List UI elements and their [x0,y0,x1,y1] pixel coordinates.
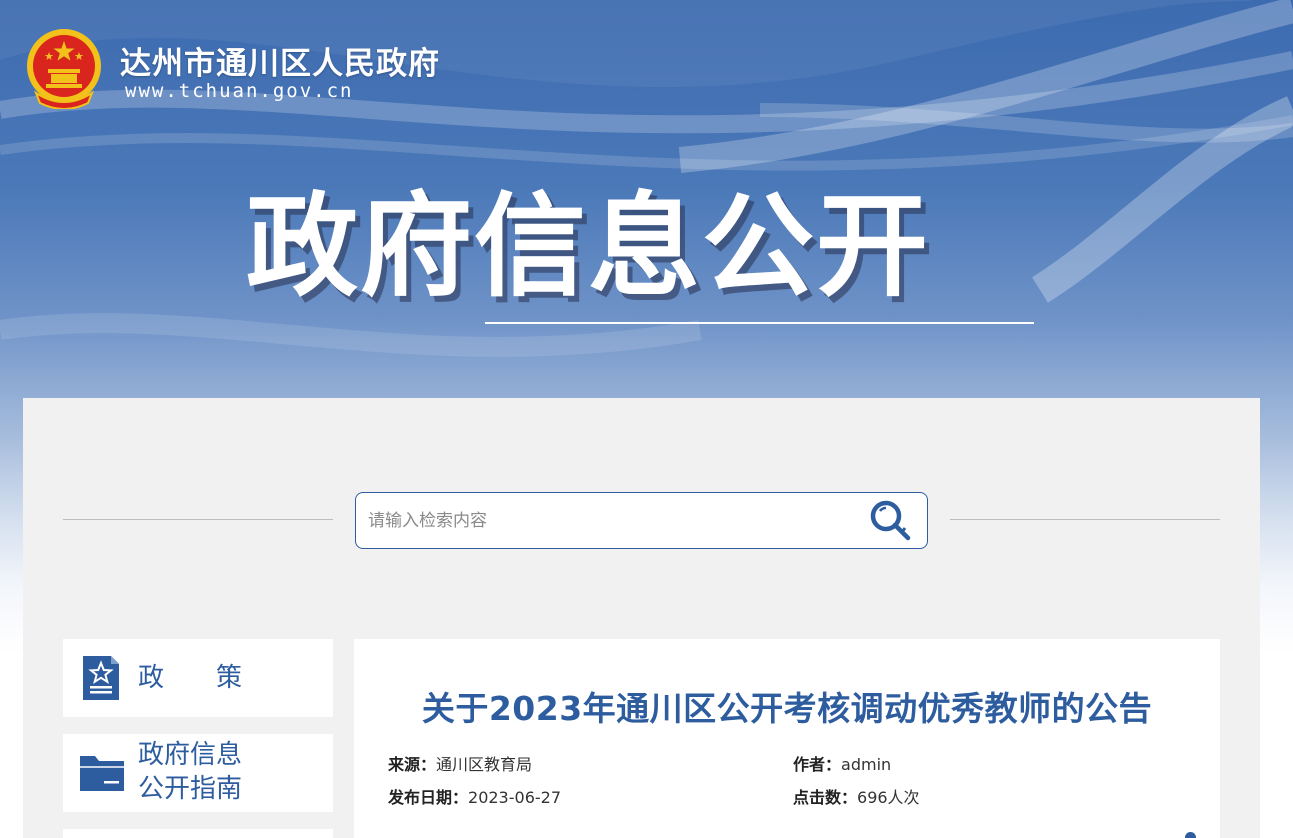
meta-clicks: 点击数：696人次 [793,784,920,808]
meta-author-value: admin [841,755,892,774]
scroll-indicator[interactable] [1185,832,1196,838]
banner-underline [485,322,1034,324]
sidebar-item-policy[interactable]: 政 策 [63,639,333,717]
sidebar-item-label-line2: 公开指南 [138,774,243,804]
article-title: 关于2023年通川区公开考核调动优秀教师的公告 [421,689,1153,728]
main-panel: 政 策 政府信息 公开指南 关于2023年通川区公开考核调动优秀教师的公告 来源… [23,398,1260,838]
meta-clicks-label: 点击数： [793,788,858,807]
search-box [355,492,928,549]
meta-date-label: 发布日期： [388,788,469,807]
search-divider-left [63,519,333,520]
search-input[interactable] [368,505,848,537]
meta-author: 作者：admin [793,751,891,775]
national-emblem-icon [27,29,101,109]
sidebar-item-partial[interactable] [63,829,333,838]
banner-title: 政府信息公开 [246,182,930,312]
sidebar-item-disclosure-guide[interactable]: 政府信息 公开指南 [63,734,333,812]
sidebar-item-label-line1: 政府信息 [138,740,243,770]
meta-source-value: 通川区教育局 [436,755,533,774]
folder-icon [80,756,124,791]
meta-date-value: 2023-06-27 [468,788,561,807]
article-card: 关于2023年通川区公开考核调动优秀教师的公告 来源：通川区教育局 作者：adm… [354,639,1220,838]
search-divider-right [950,519,1220,520]
site-name[interactable]: 达州市通川区人民政府 [120,38,440,83]
meta-source: 来源：通川区教育局 [388,751,532,775]
meta-date: 发布日期：2023-06-27 [388,784,561,808]
sidebar-item-label: 政 策 [138,662,243,693]
meta-source-label: 来源： [388,755,437,774]
meta-clicks-value: 696人次 [857,788,920,807]
policy-document-icon [83,656,119,700]
search-icon[interactable] [869,499,913,543]
meta-author-label: 作者： [793,755,842,774]
site-url[interactable]: www.tchuan.gov.cn [125,80,353,102]
